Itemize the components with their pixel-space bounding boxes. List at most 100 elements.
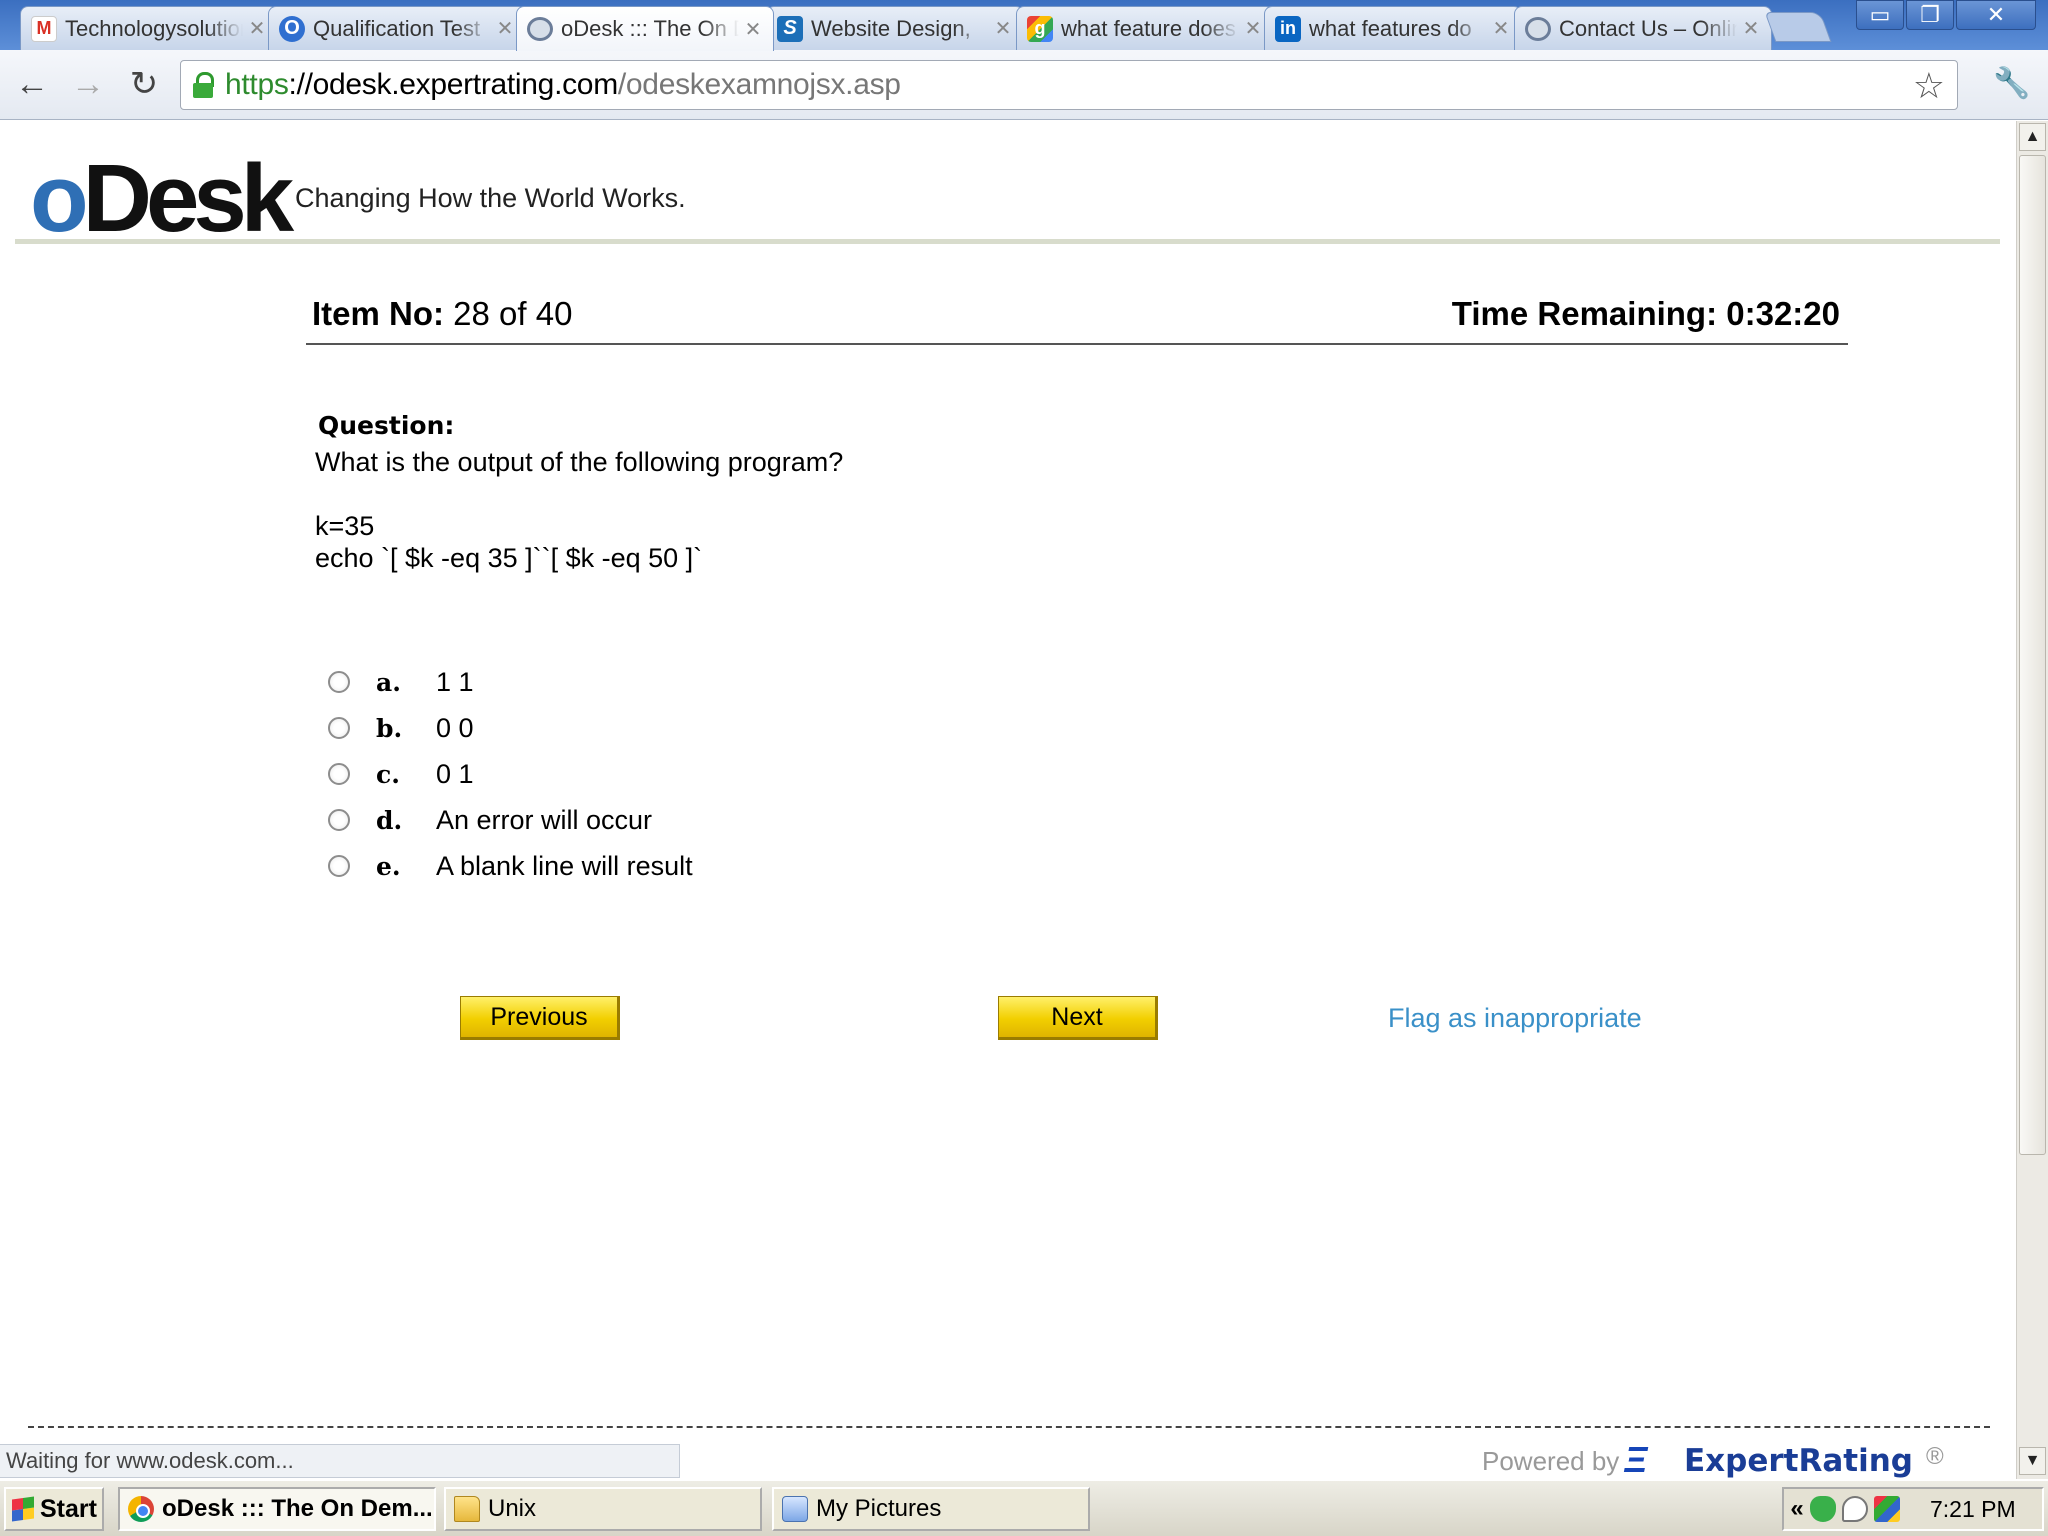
option-letter: e. — [376, 851, 401, 881]
system-tray: « 7:21 PM — [1782, 1487, 2044, 1531]
tab-website-design[interactable]: S Website Design, ✕ — [766, 6, 1024, 50]
tab-title: what features do — [1309, 15, 1472, 41]
lock-icon — [193, 72, 214, 98]
radio-button[interactable] — [328, 763, 350, 785]
option-letter: c. — [376, 759, 400, 789]
security-shield-icon[interactable] — [1810, 1496, 1836, 1522]
scroll-up-arrow-icon[interactable]: ▲ — [2019, 123, 2046, 151]
browser-toolbar: ← → ↻ https://odesk.expertrating.com/ode… — [0, 50, 2048, 120]
tray-expand-icon[interactable]: « — [1784, 1495, 1810, 1523]
tab-title: Technologysolutions — [65, 15, 243, 41]
radio-button[interactable] — [328, 855, 350, 877]
taskbar-item-unix[interactable]: Unix — [444, 1487, 762, 1531]
tab-qualification-test[interactable]: O Qualification Test ✕ — [268, 6, 526, 50]
expertrating-brand[interactable]: ExpertRating — [1684, 1443, 1913, 1479]
scrollbar-thumb[interactable] — [2019, 155, 2046, 1155]
radio-button[interactable] — [328, 809, 350, 831]
option-letter: a. — [376, 667, 401, 697]
flag-inappropriate-link[interactable]: Flag as inappropriate — [1388, 1003, 1642, 1034]
start-button[interactable]: Start — [4, 1487, 104, 1531]
taskbar-item-my-pictures[interactable]: My Pictures — [772, 1487, 1090, 1531]
tagline: Changing How the World Works. — [295, 183, 686, 213]
option-text: 0 0 — [436, 712, 474, 743]
option-c[interactable]: c. 0 1 — [328, 756, 474, 792]
time-remaining: Time Remaining: 0:32:20 — [1451, 295, 1840, 332]
option-text: A blank line will result — [436, 850, 693, 881]
address-bar[interactable]: https://odesk.expertrating.com/odeskexam… — [180, 60, 1958, 110]
close-icon[interactable]: ✕ — [247, 16, 267, 41]
option-a[interactable]: a. 1 1 — [328, 664, 474, 700]
tab-linkedin[interactable]: in what features do ✕ — [1264, 6, 1522, 50]
item-number: Item No: 28 of 40 — [312, 295, 573, 332]
tab-odesk-active[interactable]: oDesk ::: The On Demand ✕ — [516, 6, 774, 51]
expertrating-logo-icon: Ξ — [1624, 1439, 1648, 1480]
vertical-scrollbar[interactable]: ▲ ▼ — [2016, 121, 2048, 1479]
tab-title: oDesk ::: The On Demand — [561, 16, 739, 41]
page-content: oDesk Changing How the World Works. Item… — [0, 121, 2016, 1443]
option-e[interactable]: e. A blank line will result — [328, 848, 693, 884]
odesk-logo[interactable]: oDesk — [30, 151, 294, 247]
bookmark-star-icon[interactable]: ☆ — [1913, 65, 1945, 107]
close-icon[interactable]: ✕ — [495, 16, 515, 41]
option-b[interactable]: b. 0 0 — [328, 710, 474, 746]
scroll-down-arrow-icon[interactable]: ▼ — [2019, 1447, 2046, 1475]
radio-button[interactable] — [328, 717, 350, 739]
windows-taskbar: Start oDesk ::: The On Dem... Unix My Pi… — [0, 1479, 2048, 1536]
tab-contact-us[interactable]: Contact Us – Online ✕ — [1514, 6, 1772, 50]
tab-title: Contact Us – Online — [1559, 15, 1737, 41]
code-line: k=35 — [315, 511, 375, 541]
option-letter: d. — [376, 805, 403, 835]
forward-arrow-icon[interactable]: → — [68, 64, 108, 104]
minimize-button[interactable]: ▭ — [1856, 0, 1904, 30]
taskbar-item-odesk[interactable]: oDesk ::: The On Dem... — [118, 1487, 436, 1531]
option-d[interactable]: d. An error will occur — [328, 802, 652, 838]
option-text: 0 1 — [436, 758, 474, 789]
google-icon: g — [1027, 15, 1053, 42]
close-icon[interactable]: ✕ — [1243, 16, 1263, 41]
tab-title: what feature does — [1061, 15, 1236, 41]
taskbar-item-label: Unix — [488, 1495, 537, 1522]
network-icon[interactable] — [1874, 1496, 1900, 1522]
close-icon[interactable]: ✕ — [993, 16, 1013, 41]
taskbar-item-label: My Pictures — [816, 1495, 942, 1522]
back-arrow-icon[interactable]: ← — [12, 64, 52, 104]
close-icon[interactable]: ✕ — [1741, 16, 1761, 41]
next-button[interactable]: Next — [998, 996, 1158, 1040]
registered-mark: ® — [1926, 1443, 1944, 1470]
odesk-icon: O — [279, 15, 305, 42]
chat-bubble-icon[interactable] — [1842, 1496, 1868, 1522]
skype-icon: S — [777, 15, 803, 42]
start-label: Start — [40, 1494, 97, 1523]
question-heading: Question: — [318, 411, 455, 440]
option-text: An error will occur — [436, 804, 653, 835]
folder-icon — [454, 1496, 480, 1522]
browser-tab-strip: M Technologysolutions ✕ O Qualification … — [0, 0, 2048, 51]
wrench-icon[interactable]: 🔧 — [1992, 64, 2032, 104]
code-line: echo `[ $k -eq 35 ]``[ $k -eq 50 ]` — [315, 543, 703, 573]
powered-by-label: Powered by — [1482, 1446, 1620, 1476]
linkedin-icon: in — [1275, 15, 1301, 42]
footer-divider — [28, 1426, 1990, 1428]
reload-icon[interactable]: ↻ — [124, 64, 164, 104]
globe-icon — [1525, 16, 1551, 41]
tab-title: Qualification Test — [313, 15, 481, 41]
close-icon[interactable]: ✕ — [743, 17, 763, 42]
url-scheme: https — [225, 68, 289, 101]
new-tab-button[interactable] — [1764, 12, 1832, 42]
url-path: /odeskexamnojsx.asp — [617, 68, 901, 101]
question-text: What is the output of the following prog… — [315, 447, 844, 477]
close-window-button[interactable]: ✕ — [1956, 0, 2036, 30]
previous-button[interactable]: Previous — [460, 996, 620, 1040]
tab-title: Website Design, — [811, 15, 971, 41]
tab-gmail[interactable]: M Technologysolutions ✕ — [20, 6, 278, 50]
url-text: https://odesk.expertrating.com/odeskexam… — [225, 68, 901, 102]
close-icon[interactable]: ✕ — [1491, 16, 1511, 41]
clock: 7:21 PM — [1930, 1495, 2016, 1522]
radio-button[interactable] — [328, 671, 350, 693]
item-info-bar: Item No: 28 of 40 Time Remaining: 0:32:2… — [306, 291, 1848, 345]
windows-logo-icon — [12, 1496, 34, 1522]
tab-google-search[interactable]: g what feature does ✕ — [1016, 6, 1274, 50]
restore-button[interactable]: ❐ — [1906, 0, 1954, 30]
option-letter: b. — [376, 713, 403, 743]
globe-icon — [527, 17, 553, 41]
